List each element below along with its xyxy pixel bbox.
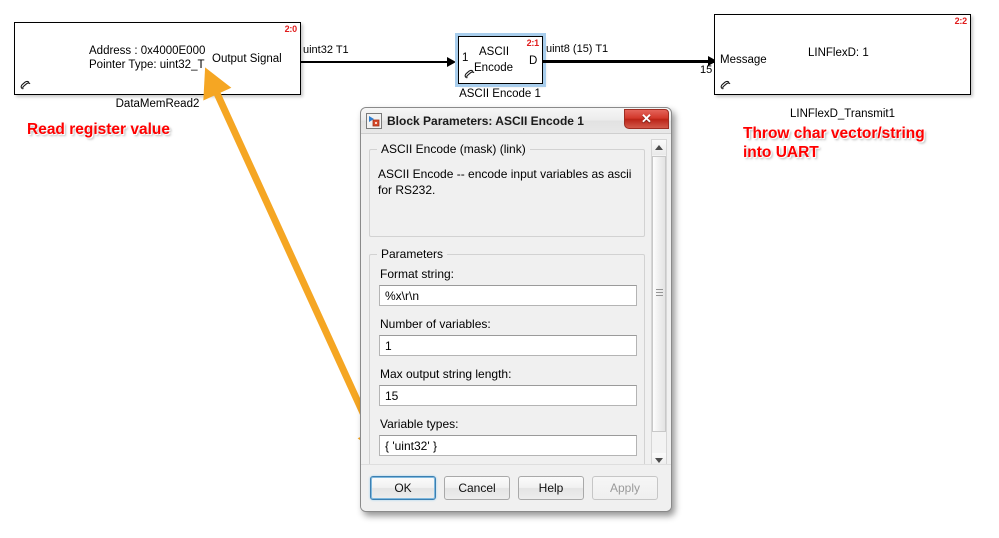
library-link-icon — [720, 80, 731, 90]
variable-types-input[interactable]: { 'uint32' } — [379, 435, 637, 456]
dialog-scrollbar[interactable] — [651, 139, 667, 469]
datamemread2-pointertype-line: Pointer Type: uint32_T — [89, 59, 205, 71]
max-output-string-length-input[interactable]: 15 — [379, 385, 637, 406]
scroll-up-icon[interactable] — [652, 140, 666, 155]
description-group-title: ASCII Encode (mask) (link) — [377, 142, 530, 156]
chevron-down-icon — [655, 458, 663, 463]
ascii-encode-block-name: ASCII Encode 1 — [459, 88, 541, 100]
description-text: ASCII Encode -- encode input variables a… — [378, 167, 632, 197]
signal-label-uint32: uint32 T1 — [303, 44, 349, 56]
block-tag-ascii-encode: 2:1 — [526, 38, 540, 48]
ok-button[interactable]: OK — [370, 476, 436, 500]
simulink-block-icon — [366, 112, 382, 129]
number-of-variables-input[interactable]: 1 — [379, 335, 637, 356]
annotation-throw-char-vector[interactable]: Throw char vector/string into UART — [743, 124, 925, 162]
linflexd-inner-label: LINFlexD: 1 — [808, 47, 869, 59]
signal-line-1-arrowhead — [447, 57, 456, 67]
datamemread2-address-line: Address : 0x4000E000 — [89, 45, 206, 57]
dialog-titlebar[interactable]: Block Parameters: ASCII Encode 1 ✕ — [361, 108, 671, 134]
annotation-read-register-value[interactable]: Read register value — [27, 120, 170, 139]
apply-button: Apply — [592, 476, 658, 500]
max-output-string-length-label: Max output string length: — [380, 367, 512, 381]
datamemread2-block-name: DataMemRead2 — [115, 98, 200, 110]
signal-line-1[interactable] — [301, 61, 451, 63]
format-string-input[interactable]: %x\r\n — [379, 285, 637, 306]
scrollbar-thumb[interactable] — [652, 156, 666, 432]
linflexd-input-port-label: Message — [720, 54, 767, 66]
cancel-button[interactable]: Cancel — [444, 476, 510, 500]
ascii-encode-input-port-label: 1 — [462, 52, 469, 64]
scrollbar-grip-icon — [656, 289, 663, 299]
variable-types-label: Variable types: — [380, 417, 459, 431]
ascii-encode-line2: Encode — [474, 62, 514, 74]
close-icon[interactable]: ✕ — [624, 109, 669, 129]
dialog-body: ASCII Encode (mask) (link) ASCII Encode … — [361, 134, 671, 468]
ascii-encode-line1: ASCII — [479, 46, 510, 58]
linflexd-block-name: LINFlexD_Transmit1 — [789, 108, 896, 120]
datamemread2-output-port-label: Output Signal — [212, 53, 282, 65]
dialog-title: Block Parameters: ASCII Encode 1 — [387, 113, 584, 128]
block-tag-datamemread2: 2:0 — [284, 24, 298, 34]
description-groupbox: ASCII Encode (mask) (link) ASCII Encode … — [369, 142, 645, 237]
parameters-groupbox: Parameters Format string: %x\r\n Number … — [369, 247, 645, 468]
help-button[interactable]: Help — [518, 476, 584, 500]
number-of-variables-label: Number of variables: — [380, 317, 491, 331]
dialog-button-row: OK Cancel Help Apply — [361, 464, 671, 511]
parameters-group-title: Parameters — [377, 247, 448, 261]
signal-width-label: 15 — [700, 64, 713, 76]
ascii-encode-output-port-label: D — [529, 55, 538, 67]
signal-label-uint8: uint8 (15) T1 — [546, 43, 609, 55]
library-link-icon — [20, 80, 31, 90]
chevron-up-icon — [655, 145, 663, 150]
block-tag-linflexd: 2:2 — [954, 16, 968, 26]
format-string-label: Format string: — [380, 267, 455, 281]
signal-line-2[interactable] — [543, 60, 715, 63]
block-parameters-dialog[interactable]: Block Parameters: ASCII Encode 1 ✕ ASCII… — [360, 107, 672, 512]
